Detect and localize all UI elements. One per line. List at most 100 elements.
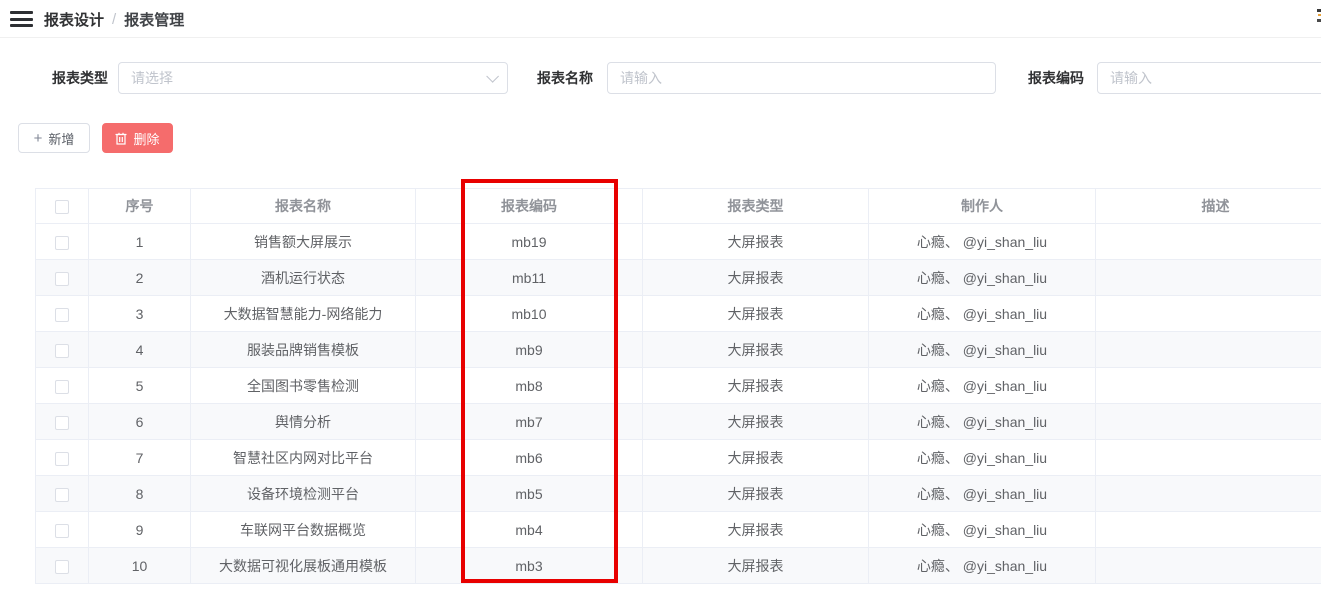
cell-index: 9 [89, 512, 191, 548]
report-name-input[interactable] [620, 64, 983, 92]
cell-report-name: 设备环境检测平台 [191, 476, 416, 512]
cell-description [1096, 440, 1321, 476]
cell-checkbox [36, 476, 89, 512]
cell-report-type: 大屏报表 [643, 296, 869, 332]
cell-index: 10 [89, 548, 191, 584]
cell-creator: 心瘾、 @yi_shan_liu [869, 260, 1096, 296]
cell-report-code: mb6 [416, 440, 643, 476]
cell-creator: 心瘾、 @yi_shan_liu [869, 368, 1096, 404]
cell-report-name: 服装品牌销售模板 [191, 332, 416, 368]
cell-index: 4 [89, 332, 191, 368]
cell-creator: 心瘾、 @yi_shan_liu [869, 296, 1096, 332]
breadcrumb-report-design[interactable]: 报表设计 [44, 9, 104, 30]
report-table: 序号 报表名称 报表编码 报表类型 制作人 描述 1 销售额大屏展示 mb19 … [35, 188, 1321, 584]
row-checkbox[interactable] [55, 416, 69, 430]
breadcrumb-separator: / [112, 11, 116, 28]
select-all-checkbox[interactable] [55, 200, 69, 214]
table-body: 1 销售额大屏展示 mb19 大屏报表 心瘾、 @yi_shan_liu 2 酒… [36, 224, 1321, 584]
cell-description [1096, 260, 1321, 296]
cell-report-name: 舆情分析 [191, 404, 416, 440]
table-row: 2 酒机运行状态 mb11 大屏报表 心瘾、 @yi_shan_liu [36, 260, 1321, 296]
cell-description [1096, 296, 1321, 332]
report-type-select[interactable]: 请选择 [118, 62, 508, 94]
cell-description [1096, 368, 1321, 404]
cell-report-name: 车联网平台数据概览 [191, 512, 416, 548]
row-checkbox[interactable] [55, 344, 69, 358]
cell-creator: 心瘾、 @yi_shan_liu [869, 512, 1096, 548]
row-checkbox[interactable] [55, 308, 69, 322]
cell-report-code: mb19 [416, 224, 643, 260]
add-button[interactable]: + 新增 [18, 123, 90, 153]
table-row: 1 销售额大屏展示 mb19 大屏报表 心瘾、 @yi_shan_liu [36, 224, 1321, 260]
trash-icon [115, 132, 127, 145]
row-checkbox[interactable] [55, 488, 69, 502]
row-checkbox[interactable] [55, 560, 69, 574]
cell-report-code: mb11 [416, 260, 643, 296]
header-creator: 制作人 [869, 189, 1096, 224]
report-code-input[interactable] [1110, 64, 1321, 92]
cell-report-type: 大屏报表 [643, 548, 869, 584]
cell-report-type: 大屏报表 [643, 512, 869, 548]
cell-creator: 心瘾、 @yi_shan_liu [869, 548, 1096, 584]
table-row: 8 设备环境检测平台 mb5 大屏报表 心瘾、 @yi_shan_liu [36, 476, 1321, 512]
report-code-field-box [1097, 62, 1321, 94]
report-management-page: 报表设计 / 报表管理 报表类型 请选择 报表名称 报表编码 + 新增 [0, 0, 1321, 594]
header-report-type: 报表类型 [643, 189, 869, 224]
cell-description [1096, 476, 1321, 512]
cell-index: 3 [89, 296, 191, 332]
cell-description [1096, 512, 1321, 548]
report-code-label: 报表编码 [1028, 62, 1084, 94]
cell-index: 1 [89, 224, 191, 260]
breadcrumb: 报表设计 / 报表管理 [44, 0, 184, 38]
breadcrumb-report-management: 报表管理 [124, 9, 184, 30]
row-checkbox[interactable] [55, 524, 69, 538]
row-checkbox[interactable] [55, 380, 69, 394]
header-report-code: 报表编码 [416, 189, 643, 224]
cell-index: 6 [89, 404, 191, 440]
cell-report-name: 全国图书零售检测 [191, 368, 416, 404]
cell-checkbox [36, 548, 89, 584]
cell-report-type: 大屏报表 [643, 476, 869, 512]
report-type-label: 报表类型 [52, 62, 108, 94]
table-row: 4 服装品牌销售模板 mb9 大屏报表 心瘾、 @yi_shan_liu [36, 332, 1321, 368]
cell-checkbox [36, 404, 89, 440]
table-row: 7 智慧社区内网对比平台 mb6 大屏报表 心瘾、 @yi_shan_liu [36, 440, 1321, 476]
row-checkbox[interactable] [55, 236, 69, 250]
row-checkbox[interactable] [55, 272, 69, 286]
cell-report-name: 酒机运行状态 [191, 260, 416, 296]
cell-checkbox [36, 512, 89, 548]
cell-index: 5 [89, 368, 191, 404]
report-name-field-box [607, 62, 996, 94]
cell-checkbox [36, 296, 89, 332]
cell-index: 2 [89, 260, 191, 296]
cell-report-code: mb4 [416, 512, 643, 548]
cell-description [1096, 332, 1321, 368]
cell-report-code: mb9 [416, 332, 643, 368]
header-checkbox-cell [36, 189, 89, 224]
chevron-down-icon [486, 70, 499, 83]
table-row: 6 舆情分析 mb7 大屏报表 心瘾、 @yi_shan_liu [36, 404, 1321, 440]
cell-checkbox [36, 260, 89, 296]
cell-creator: 心瘾、 @yi_shan_liu [869, 404, 1096, 440]
row-checkbox[interactable] [55, 452, 69, 466]
delete-button[interactable]: 删除 [102, 123, 173, 153]
header-report-name: 报表名称 [191, 189, 416, 224]
cell-index: 8 [89, 476, 191, 512]
hamburger-menu-icon[interactable] [10, 11, 33, 27]
cell-report-name: 大数据智慧能力-网络能力 [191, 296, 416, 332]
cell-report-type: 大屏报表 [643, 368, 869, 404]
header-index: 序号 [89, 189, 191, 224]
cell-report-code: mb8 [416, 368, 643, 404]
report-name-label: 报表名称 [537, 62, 593, 94]
table-header-row: 序号 报表名称 报表编码 报表类型 制作人 描述 [36, 189, 1321, 224]
cell-creator: 心瘾、 @yi_shan_liu [869, 440, 1096, 476]
header-description: 描述 [1096, 189, 1321, 224]
cell-report-name: 智慧社区内网对比平台 [191, 440, 416, 476]
plus-icon: + [34, 131, 43, 146]
cell-report-type: 大屏报表 [643, 332, 869, 368]
cell-report-type: 大屏报表 [643, 224, 869, 260]
cell-checkbox [36, 224, 89, 260]
cell-checkbox [36, 440, 89, 476]
cell-creator: 心瘾、 @yi_shan_liu [869, 332, 1096, 368]
table-row: 3 大数据智慧能力-网络能力 mb10 大屏报表 心瘾、 @yi_shan_li… [36, 296, 1321, 332]
